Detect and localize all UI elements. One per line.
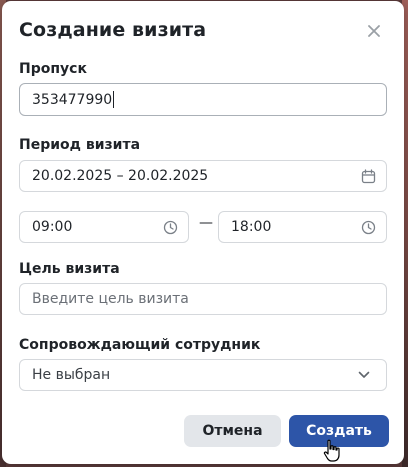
date-range-input[interactable]: 20.02.2025 – 20.02.2025: [19, 160, 387, 192]
dialog-title: Создание визита: [19, 19, 207, 41]
date-range-value: 20.02.2025 – 20.02.2025: [32, 168, 209, 184]
time-from-value: 09:00: [32, 219, 73, 235]
time-separator: —: [199, 215, 213, 231]
text-caret: [113, 91, 115, 108]
purpose-label: Цель визита: [19, 261, 120, 277]
hand-pointer-icon: [323, 439, 340, 462]
time-from-input[interactable]: 09:00: [19, 211, 189, 243]
escort-selected-value: Не выбран: [32, 367, 111, 383]
clock-icon[interactable]: [162, 219, 178, 235]
time-to-input[interactable]: 18:00: [218, 211, 387, 243]
close-button[interactable]: [363, 20, 385, 42]
period-label: Период визита: [19, 137, 141, 153]
escort-label: Сопровождающий сотрудник: [19, 337, 261, 353]
escort-select[interactable]: Не выбран: [19, 359, 387, 391]
time-to-value: 18:00: [231, 219, 272, 235]
purpose-placeholder: Введите цель визита: [32, 291, 189, 307]
calendar-icon[interactable]: [360, 168, 376, 184]
pass-label: Пропуск: [19, 61, 87, 77]
create-visit-dialog: Создание визита Пропуск 353477990 Период…: [2, 1, 404, 464]
purpose-input[interactable]: Введите цель визита: [19, 283, 387, 315]
close-icon: [368, 25, 380, 37]
chevron-down-icon: [356, 367, 372, 383]
pass-input[interactable]: 353477990: [19, 83, 387, 116]
pass-value: 353477990: [32, 91, 113, 108]
clock-icon[interactable]: [360, 219, 376, 235]
cancel-button[interactable]: Отмена: [184, 415, 281, 447]
